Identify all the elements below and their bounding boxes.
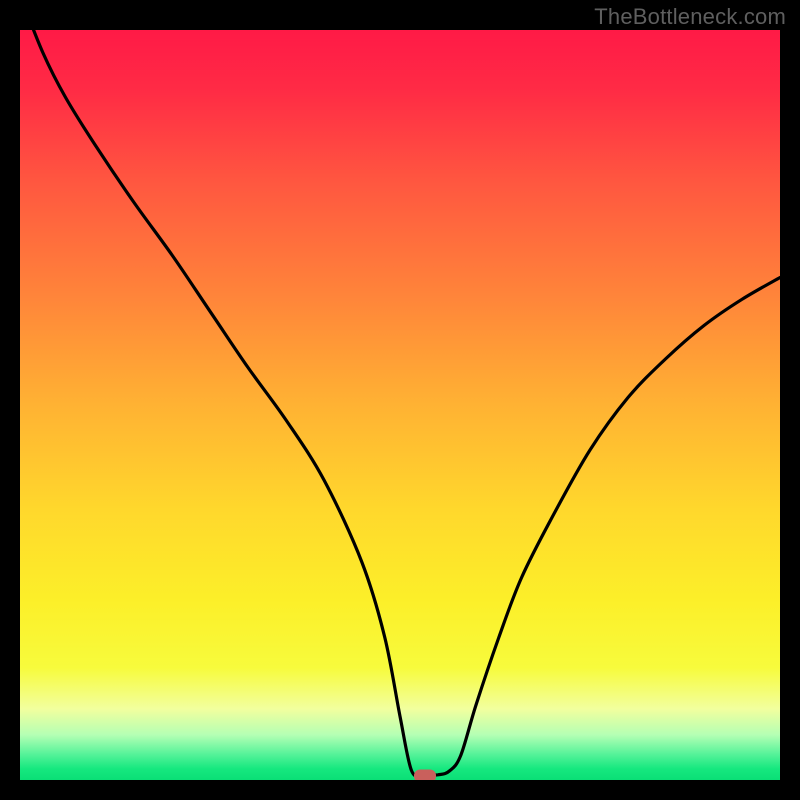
bottleneck-curve bbox=[20, 30, 780, 780]
optimal-point-marker bbox=[414, 770, 436, 781]
chart-frame: { "watermark": "TheBottleneck.com", "plo… bbox=[0, 0, 800, 800]
watermark-text: TheBottleneck.com bbox=[594, 4, 786, 30]
plot-area bbox=[20, 30, 780, 780]
